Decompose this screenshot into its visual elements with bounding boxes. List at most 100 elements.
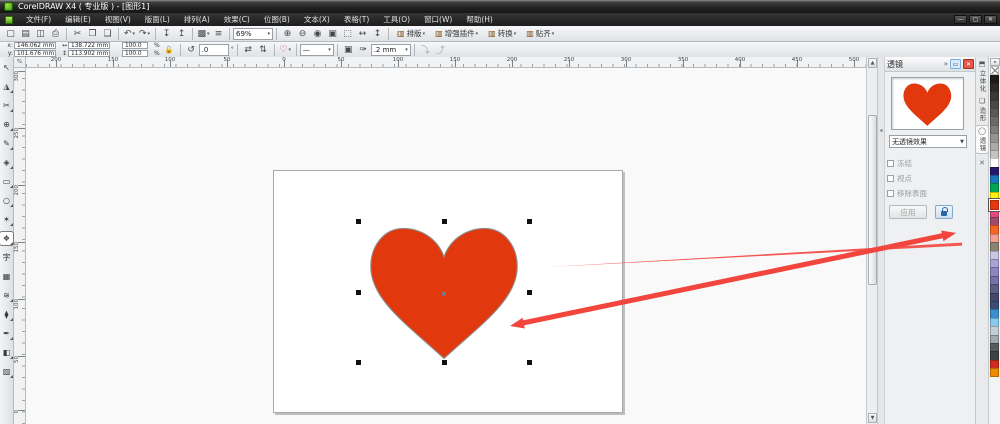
app-launcher-button[interactable]: ▩ ▾	[197, 27, 210, 40]
smart-fill-tool[interactable]: ◈	[0, 156, 13, 169]
remove-face-checkbox[interactable]	[887, 190, 894, 197]
rectangle-tool[interactable]: ▭	[0, 175, 13, 188]
menu-item-10[interactable]: 窗口(W)	[417, 13, 459, 26]
to-front-button[interactable]: ⤵	[419, 43, 432, 56]
object-position-fields-field1[interactable]: 146.062 mm	[14, 42, 56, 49]
tab-extrude[interactable]: ⬒ 立体化	[977, 60, 987, 93]
ruler-origin-box[interactable]: %	[14, 57, 26, 68]
fill-tool[interactable]: ◧	[0, 346, 13, 359]
menu-item-3[interactable]: 版面(L)	[138, 13, 177, 26]
copy-button[interactable]: ❐	[86, 27, 99, 40]
tab-lens[interactable]: ◯ 透镜	[975, 124, 989, 154]
outline-width-combo[interactable]: .2 mm ▾	[370, 43, 411, 56]
snap-button[interactable]: ▥ 贴齐 ▾	[523, 27, 557, 40]
basic-shapes-tool[interactable]: ❖	[0, 231, 14, 246]
menu-item-8[interactable]: 表格(T)	[337, 13, 376, 26]
viewpoint-checkbox[interactable]	[887, 175, 894, 182]
table-tool[interactable]: ▦	[0, 270, 13, 283]
color-swatch[interactable]	[990, 368, 999, 378]
docker-collapse-grip[interactable]: ◂	[878, 57, 885, 424]
wrap-text-button[interactable]: ▣	[342, 43, 355, 56]
eyedropper-tool[interactable]: ⧫	[0, 308, 13, 321]
save-button[interactable]: ◫	[34, 27, 47, 40]
ellipse-tool[interactable]: ○	[0, 194, 13, 207]
drawing-canvas[interactable]: ×	[26, 68, 866, 424]
menu-item-1[interactable]: 编辑(E)	[58, 13, 98, 26]
horizontal-ruler[interactable]: 200 150 100 50 0 50 100 150 200 250 300 350 400 450 50…	[26, 57, 877, 68]
color-swatch[interactable]	[989, 199, 1000, 211]
vertical-scrollbar[interactable]: ▲ ▼	[866, 57, 877, 424]
zoom-page-button[interactable]: ⬚	[341, 27, 354, 40]
minimize-button[interactable]: —	[954, 15, 967, 24]
scroll-up-button[interactable]: ▲	[868, 58, 877, 68]
scroll-down-button[interactable]: ▼	[868, 413, 877, 423]
import-button[interactable]: ↧	[160, 27, 173, 40]
freeze-checkbox[interactable]	[887, 160, 894, 167]
no-color-swatch[interactable]	[990, 66, 999, 76]
polygon-tool[interactable]: ✶	[0, 213, 13, 226]
menu-item-2[interactable]: 视图(V)	[98, 13, 138, 26]
apply-button[interactable]: 应用	[889, 205, 927, 219]
menu-item-9[interactable]: 工具(O)	[376, 13, 417, 26]
lens-effect-dropdown[interactable]: 无透镜效果 ▼	[889, 135, 967, 148]
docker-close-button[interactable]: ✕	[963, 59, 974, 69]
text-tool[interactable]: 字	[0, 251, 13, 264]
title-bar[interactable]: CorelDRAW X4 ( 专业版 ) - [图形1]	[0, 0, 1000, 13]
menu-item-6[interactable]: 位图(B)	[257, 13, 297, 26]
zoom-height-button[interactable]: ↕	[371, 27, 384, 40]
palette-scroll-button[interactable]: ◂	[989, 58, 1000, 66]
zoom-out-button[interactable]: ⊖	[296, 27, 309, 40]
freehand-tool[interactable]: ✎	[0, 137, 13, 150]
to-back-button[interactable]: ⤴	[434, 43, 447, 56]
docker-tabs-close-button[interactable]: ✕	[979, 159, 985, 167]
object-size-fields-field2[interactable]: 113.902 mm	[68, 50, 110, 57]
zoom-in-button[interactable]: ⊕	[281, 27, 294, 40]
tab-shaping[interactable]: ❏ 造形	[977, 97, 987, 122]
interactive-fill-tool[interactable]: ▨	[0, 365, 13, 378]
scale-fields-field2[interactable]: 100.0	[122, 50, 148, 57]
cut-button[interactable]: ✂	[71, 27, 84, 40]
blend-tool[interactable]: ≋	[0, 289, 13, 302]
object-position-fields-field2[interactable]: 101.676 mm	[14, 50, 56, 57]
scrollbar-thumb[interactable]	[868, 115, 877, 285]
new-button[interactable]: ▢	[4, 27, 17, 40]
object-size-fields-field1[interactable]: 138.722 mm	[68, 42, 110, 49]
menu-item-11[interactable]: 帮助(H)	[459, 13, 500, 26]
docker-menu-chevron[interactable]: »	[944, 60, 948, 68]
undo-button[interactable]: ↶ ▾	[123, 27, 136, 40]
zoom-tool[interactable]: ⊕	[0, 118, 13, 131]
redo-button[interactable]: ↷ ▾	[138, 27, 151, 40]
open-button[interactable]: ▤	[19, 27, 32, 40]
outline-pen-tool[interactable]: ✒	[0, 327, 13, 340]
zoom-selected-button[interactable]: ◉	[311, 27, 324, 40]
rotation-angle-field[interactable]: .0	[198, 43, 229, 56]
plugins-button[interactable]: ▥ 增强插件 ▾	[432, 27, 481, 40]
pick-tool[interactable]: ↖	[0, 61, 13, 74]
lock-button[interactable]	[935, 205, 953, 219]
convert-button[interactable]: ▥ 转换 ▾	[485, 27, 519, 40]
crop-tool[interactable]: ✂	[0, 99, 13, 112]
menu-item-5[interactable]: 效果(C)	[217, 13, 257, 26]
mirror-horizontal-button[interactable]: ⇄	[242, 43, 255, 56]
mirror-vertical-button[interactable]: ⇅	[257, 43, 270, 56]
outline-style-combo[interactable]: — ▾	[299, 43, 334, 56]
vertical-ruler[interactable]: 300 250 200 150 100 50 0	[14, 68, 26, 424]
menu-item-4[interactable]: 排列(A)	[177, 13, 217, 26]
restore-button[interactable]: ▢	[969, 15, 982, 24]
welcome-screen-button[interactable]: ≡	[212, 27, 225, 40]
export-button[interactable]: ↥	[175, 27, 188, 40]
menu-item-7[interactable]: 文本(X)	[297, 13, 337, 26]
shape-tool[interactable]: ◮	[0, 80, 13, 93]
print-button[interactable]: ⎙	[49, 27, 62, 40]
scale-fields-field1[interactable]: 100.0	[122, 42, 148, 49]
close-button[interactable]: ✕	[984, 15, 997, 24]
zoom-all-objects-button[interactable]: ▣	[326, 27, 339, 40]
zoom-width-button[interactable]: ↔	[356, 27, 369, 40]
docker-rollup-button[interactable]: ▭	[950, 59, 961, 69]
menu-item-0[interactable]: 文件(F)	[19, 13, 58, 26]
layout-button[interactable]: ▥ 排版 ▾	[394, 27, 428, 40]
perfect-shape-button[interactable]: ♡ ▾	[279, 43, 292, 56]
paste-button[interactable]: ❏	[101, 27, 114, 40]
zoom-level-combo[interactable]: 69% ▾	[233, 27, 273, 40]
scale-lock-button[interactable]: 🔓	[163, 43, 176, 56]
